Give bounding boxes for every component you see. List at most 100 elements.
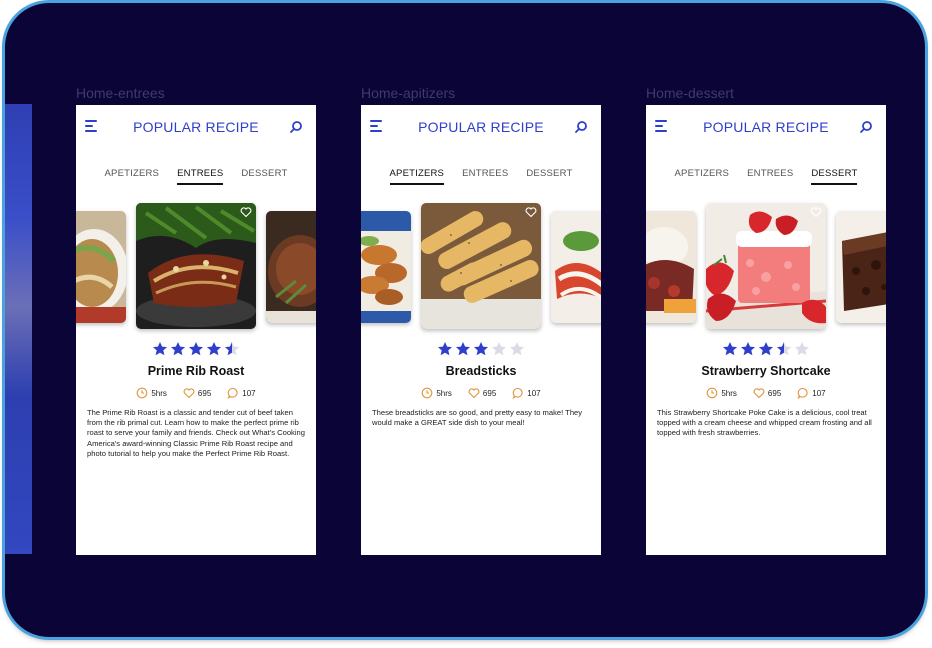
likes-count: 695 xyxy=(482,388,497,398)
recipe-description: This Strawberry Shortcake Poke Cake is a… xyxy=(657,408,872,438)
tab-dessert[interactable]: DESSERT xyxy=(517,168,581,179)
category-tabs: APETIZERS ENTREES DESSERT xyxy=(76,168,316,185)
cook-time-value: 5hrs xyxy=(721,388,737,398)
recipe-card-prime-rib[interactable] xyxy=(136,203,256,329)
tab-apetizers[interactable]: APETIZERS xyxy=(381,168,454,185)
recipe-name: Strawberry Shortcake xyxy=(701,364,831,378)
search-icon[interactable] xyxy=(574,120,588,134)
star-filled-icon xyxy=(438,342,452,356)
artboard-home-dessert: POPULAR RECIPE APETIZERS ENTREES DESSERT xyxy=(646,105,886,555)
heart-outline-icon[interactable] xyxy=(525,206,537,218)
artboard-home-entrees: POPULAR RECIPE APETIZERS ENTREES DESSERT xyxy=(76,105,316,555)
star-empty-icon xyxy=(795,342,809,356)
heart-outline-icon[interactable] xyxy=(240,206,252,218)
heart-icon xyxy=(753,388,765,399)
star-filled-icon xyxy=(759,342,773,356)
cook-time-value: 5hrs xyxy=(151,388,167,398)
comment-bubble-icon xyxy=(512,387,523,399)
comment-bubble-icon xyxy=(797,387,808,399)
recipe-description: These breadsticks are so good, and prett… xyxy=(372,408,583,428)
recipe-meta: 5hrs 695 107 xyxy=(646,387,886,399)
artboard-label-dessert: Home-dessert xyxy=(646,85,734,101)
star-half-icon xyxy=(225,342,239,356)
likes-count: 695 xyxy=(767,388,782,398)
caprese-image xyxy=(551,211,601,323)
artboard-label-entrees: Home-entrees xyxy=(76,85,165,101)
recipe-card-caprese[interactable] xyxy=(551,211,601,323)
tab-entrees[interactable]: ENTREES xyxy=(738,168,802,179)
star-filled-icon xyxy=(207,342,221,356)
artboard-home-apitizers: POPULAR RECIPE APETIZERS ENTREES DESSERT xyxy=(361,105,601,555)
tab-dessert[interactable]: DESSERT xyxy=(232,168,296,179)
heart-icon xyxy=(183,388,195,399)
star-filled-icon xyxy=(474,342,488,356)
comments-count: 107 xyxy=(527,388,541,398)
design-canvas: Home-entrees POPULAR RECIPE APETIZERS EN… xyxy=(5,3,925,637)
lasagna-image xyxy=(136,203,256,329)
comments-count: 107 xyxy=(242,388,256,398)
strawberry-cake-image xyxy=(706,203,826,329)
steak-image xyxy=(266,211,316,323)
comments[interactable]: 107 xyxy=(227,387,256,399)
star-filled-icon xyxy=(456,342,470,356)
app-title: POPULAR RECIPE xyxy=(133,119,259,135)
ice-cream-image xyxy=(646,211,696,323)
cook-time: 5hrs xyxy=(421,387,452,399)
recipe-card-soup[interactable] xyxy=(76,211,126,323)
tab-entrees[interactable]: ENTREES xyxy=(453,168,517,179)
recipe-name: Breadsticks xyxy=(445,364,517,378)
star-filled-icon xyxy=(171,342,185,356)
recipe-name: Prime Rib Roast xyxy=(147,364,245,378)
recipe-card-brownie[interactable] xyxy=(836,211,886,323)
recipe-card-wings[interactable] xyxy=(361,211,411,323)
recipe-card-sundae[interactable] xyxy=(646,211,696,323)
recipe-card-steak[interactable] xyxy=(266,211,316,323)
cook-time: 5hrs xyxy=(136,387,167,399)
recipe-carousel[interactable] xyxy=(361,203,601,333)
recipe-meta: 5hrs 695 107 xyxy=(361,387,601,399)
clock-icon xyxy=(422,387,433,399)
tab-entrees[interactable]: ENTREES xyxy=(168,168,232,185)
star-filled-icon xyxy=(189,342,203,356)
star-empty-icon xyxy=(510,342,524,356)
rating-stars xyxy=(646,341,886,357)
search-icon[interactable] xyxy=(289,120,303,134)
star-filled-icon xyxy=(153,342,167,356)
heart-outline-icon[interactable] xyxy=(810,206,822,218)
brownie-image xyxy=(836,211,886,323)
likes[interactable]: 695 xyxy=(753,387,781,399)
recipe-description: The Prime Rib Roast is a classic and ten… xyxy=(87,408,305,458)
likes[interactable]: 695 xyxy=(183,387,211,399)
star-filled-icon xyxy=(723,342,737,356)
comments[interactable]: 107 xyxy=(512,387,541,399)
recipe-carousel[interactable] xyxy=(76,203,316,333)
star-half-icon xyxy=(777,342,791,356)
clock-icon xyxy=(707,387,718,399)
tab-dessert[interactable]: DESSERT xyxy=(802,168,866,185)
star-filled-icon xyxy=(741,342,755,356)
recipe-meta: 5hrs 695 107 xyxy=(76,387,316,399)
heart-icon xyxy=(468,388,480,399)
rating-stars xyxy=(76,341,316,357)
likes-count: 695 xyxy=(197,388,212,398)
recipe-card-breadsticks[interactable] xyxy=(421,203,541,329)
tab-apetizers[interactable]: APETIZERS xyxy=(96,168,169,179)
tab-apetizers[interactable]: APETIZERS xyxy=(666,168,739,179)
soup-image xyxy=(76,211,126,323)
search-icon[interactable] xyxy=(859,120,873,134)
artboard-label-apitizers: Home-apitizers xyxy=(361,85,456,101)
previous-artboard-peek xyxy=(5,104,32,554)
cook-time: 5hrs xyxy=(706,387,737,399)
comments[interactable]: 107 xyxy=(797,387,826,399)
cook-time-value: 5hrs xyxy=(436,388,452,398)
rating-stars xyxy=(361,341,601,357)
comment-bubble-icon xyxy=(227,387,238,399)
recipe-card-strawberry-shortcake[interactable] xyxy=(706,203,826,329)
recipe-carousel[interactable] xyxy=(646,203,886,333)
comments-count: 107 xyxy=(812,388,826,398)
category-tabs: APETIZERS ENTREES DESSERT xyxy=(361,168,601,185)
likes[interactable]: 695 xyxy=(468,387,496,399)
app-title: POPULAR RECIPE xyxy=(703,119,829,135)
clock-icon xyxy=(137,387,148,399)
category-tabs: APETIZERS ENTREES DESSERT xyxy=(646,168,886,185)
